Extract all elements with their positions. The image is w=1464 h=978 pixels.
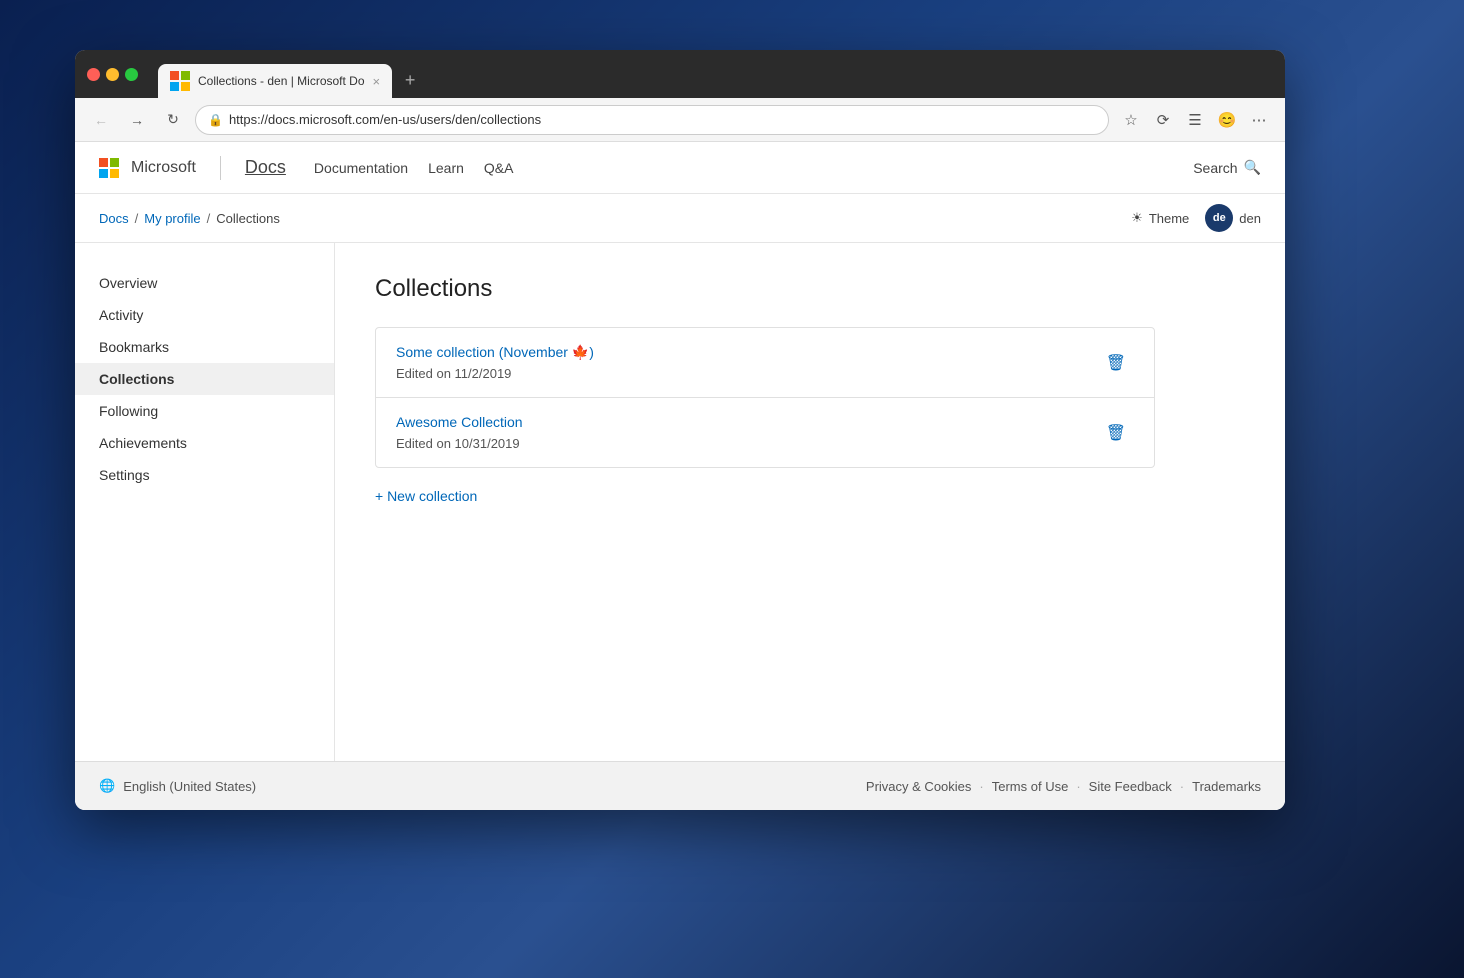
user-avatar: de <box>1205 204 1233 232</box>
tab-title: Collections - den | Microsoft Do <box>198 74 365 88</box>
breadcrumb-current: Collections <box>216 211 280 226</box>
maximize-button[interactable] <box>125 68 138 81</box>
collection-date-2: Edited on 10/31/2019 <box>396 436 523 451</box>
browser-toolbar: ← → ↻ 🔒 https://docs.microsoft.com/en-us… <box>75 98 1285 142</box>
page-title: Collections <box>375 275 1245 303</box>
breadcrumb-sep-2: / <box>207 211 211 226</box>
sidebar-item-collections[interactable]: Collections <box>75 363 334 395</box>
profile-button[interactable]: 😊 <box>1213 106 1241 134</box>
collections-list: Some collection (November 🍁) Edited on 1… <box>375 327 1155 468</box>
address-bar[interactable]: 🔒 https://docs.microsoft.com/en-us/users… <box>195 105 1109 135</box>
minimize-button[interactable] <box>106 68 119 81</box>
sidebar-item-following[interactable]: Following <box>75 395 334 427</box>
theme-button[interactable]: ☀ Theme <box>1131 210 1189 226</box>
microsoft-logo-icon <box>99 158 119 178</box>
sidebar-item-overview[interactable]: Overview <box>75 267 334 299</box>
microsoft-label: Microsoft <box>131 159 196 177</box>
ms-logo: Microsoft <box>99 158 196 178</box>
search-button[interactable]: Search 🔍 <box>1193 159 1261 176</box>
collection-name-1[interactable]: Some collection (November 🍁) <box>396 344 594 360</box>
new-collection-button[interactable]: + New collection <box>375 488 477 504</box>
new-tab-button[interactable]: + <box>396 66 424 94</box>
page-content: Microsoft Docs Documentation Learn Q&A S… <box>75 142 1285 810</box>
sidebar-item-bookmarks[interactable]: Bookmarks <box>75 331 334 363</box>
collection-date-1: Edited on 11/2/2019 <box>396 366 594 381</box>
collections-button[interactable]: ☰ <box>1181 106 1209 134</box>
user-name: den <box>1239 211 1261 226</box>
search-label: Search <box>1193 160 1237 176</box>
footer-right: Privacy & Cookies · Terms of Use · Site … <box>866 779 1261 794</box>
breadcrumb-bar: Docs / My profile / Collections ☀ Theme … <box>75 194 1285 243</box>
traffic-lights <box>87 68 138 81</box>
tab-bar: Collections - den | Microsoft Do × + <box>158 50 424 98</box>
docs-brand-link[interactable]: Docs <box>245 157 286 178</box>
theme-icon: ☀ <box>1131 210 1143 226</box>
main-layout: Overview Activity Bookmarks Collections … <box>75 243 1285 761</box>
footer-feedback[interactable]: Site Feedback <box>1089 779 1172 794</box>
globe-icon: 🌐 <box>99 778 115 794</box>
reload-button[interactable]: ↻ <box>159 106 187 134</box>
site-footer: 🌐 English (United States) Privacy & Cook… <box>75 761 1285 810</box>
browser-titlebar: Collections - den | Microsoft Do × + <box>75 50 1285 98</box>
nav-documentation[interactable]: Documentation <box>314 160 408 176</box>
back-button[interactable]: ← <box>87 106 115 134</box>
nav-qa[interactable]: Q&A <box>484 160 514 176</box>
breadcrumb-docs[interactable]: Docs <box>99 211 129 226</box>
toolbar-actions: ☆ ⟳ ☰ 😊 ⋯ <box>1117 106 1273 134</box>
content-area: Collections Some collection (November 🍁)… <box>335 243 1285 761</box>
search-icon: 🔍 <box>1244 159 1261 176</box>
url-text: https://docs.microsoft.com/en-us/users/d… <box>229 112 541 127</box>
breadcrumb-my-profile[interactable]: My profile <box>144 211 200 226</box>
active-tab[interactable]: Collections - den | Microsoft Do × <box>158 64 392 98</box>
favorites-button[interactable]: ☆ <box>1117 106 1145 134</box>
sidebar: Overview Activity Bookmarks Collections … <box>75 243 335 761</box>
tab-close-button[interactable]: × <box>373 74 381 89</box>
user-initials: de <box>1213 212 1226 224</box>
theme-label: Theme <box>1149 211 1189 226</box>
menu-button[interactable]: ⋯ <box>1245 106 1273 134</box>
collection-delete-2[interactable]: 🗑 <box>1098 419 1134 447</box>
breadcrumb-right: ☀ Theme de den <box>1131 204 1261 232</box>
collection-delete-1[interactable]: 🗑 <box>1098 349 1134 377</box>
lock-icon: 🔒 <box>208 113 223 127</box>
header-divider <box>220 156 221 180</box>
footer-left: 🌐 English (United States) <box>99 778 256 794</box>
close-button[interactable] <box>87 68 100 81</box>
collection-info-1: Some collection (November 🍁) Edited on 1… <box>396 344 594 381</box>
site-header: Microsoft Docs Documentation Learn Q&A S… <box>75 142 1285 194</box>
tab-favicon <box>170 71 190 91</box>
footer-trademarks[interactable]: Trademarks <box>1192 779 1261 794</box>
footer-privacy[interactable]: Privacy & Cookies <box>866 779 971 794</box>
site-nav: Documentation Learn Q&A <box>314 160 514 176</box>
sidebar-item-activity[interactable]: Activity <box>75 299 334 331</box>
user-section: de den <box>1205 204 1261 232</box>
locale-label: English (United States) <box>123 779 256 794</box>
nav-learn[interactable]: Learn <box>428 160 464 176</box>
footer-sep-1: · <box>979 779 983 794</box>
footer-sep-3: · <box>1180 779 1184 794</box>
sidebar-item-settings[interactable]: Settings <box>75 459 334 491</box>
collection-item-1: Some collection (November 🍁) Edited on 1… <box>376 328 1154 397</box>
footer-sep-2: · <box>1076 779 1080 794</box>
forward-button[interactable]: → <box>123 106 151 134</box>
collection-item-2: Awesome Collection Edited on 10/31/2019 … <box>376 397 1154 467</box>
refresh-button[interactable]: ⟳ <box>1149 106 1177 134</box>
collection-info-2: Awesome Collection Edited on 10/31/2019 <box>396 414 523 451</box>
breadcrumb-sep-1: / <box>135 211 139 226</box>
sidebar-item-achievements[interactable]: Achievements <box>75 427 334 459</box>
footer-terms[interactable]: Terms of Use <box>992 779 1069 794</box>
header-right: Search 🔍 <box>1193 159 1261 176</box>
collection-name-2[interactable]: Awesome Collection <box>396 414 523 430</box>
